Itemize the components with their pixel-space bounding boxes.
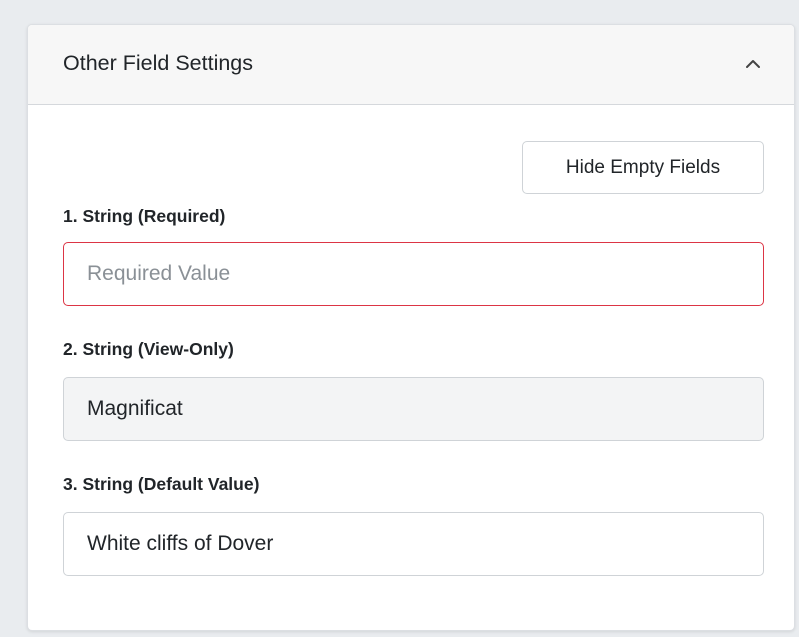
default-value-string-input[interactable] <box>63 512 764 576</box>
panel-header[interactable]: Other Field Settings <box>28 25 794 105</box>
chevron-up-icon[interactable] <box>740 51 766 77</box>
field-label-view-only: 2. String (View-Only) <box>63 339 234 359</box>
other-field-settings-panel: Other Field Settings Hide Empty Fields 1… <box>27 24 795 631</box>
required-string-input[interactable] <box>63 242 764 306</box>
hide-empty-fields-button[interactable]: Hide Empty Fields <box>522 141 764 194</box>
field-label-default-value: 3. String (Default Value) <box>63 474 260 494</box>
view-only-string-input[interactable] <box>63 377 764 441</box>
panel-body: Hide Empty Fields 1. String (Required) 2… <box>28 105 794 630</box>
field-label-required: 1. String (Required) <box>63 206 226 226</box>
panel-title: Other Field Settings <box>63 51 254 75</box>
